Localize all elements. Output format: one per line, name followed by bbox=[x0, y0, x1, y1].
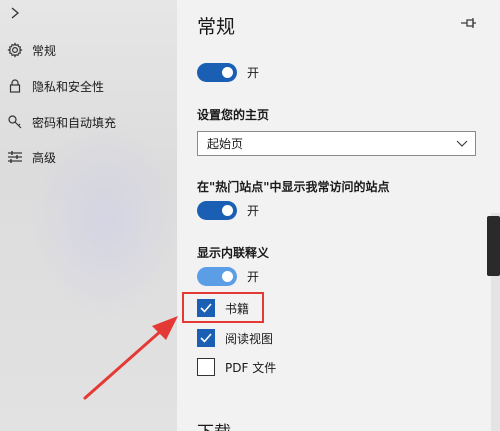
page-title: 常规 bbox=[197, 16, 236, 38]
chevron-down-icon bbox=[456, 140, 468, 147]
sidebar-item-passwords-autofill[interactable]: 密码和自动填充 bbox=[6, 111, 116, 133]
sidebar-item-general[interactable]: 常规 bbox=[6, 39, 56, 61]
homepage-heading: 设置您的主页 bbox=[197, 108, 270, 122]
reading-view-checkbox[interactable] bbox=[197, 329, 215, 347]
sidebar-item-label: 密码和自动填充 bbox=[32, 115, 117, 130]
sliders-icon bbox=[6, 148, 24, 166]
homepage-select-value: 起始页 bbox=[207, 137, 244, 151]
sidebar-item-label: 高级 bbox=[32, 150, 57, 165]
annotation-highlight-box bbox=[182, 292, 264, 323]
scrollbar-thumb[interactable] bbox=[487, 216, 500, 276]
top-sites-toggle[interactable] bbox=[197, 200, 237, 220]
chevron-right-icon[interactable] bbox=[8, 6, 22, 20]
sidebar: 常规 隐私和安全性 密码和自动填充 高级 bbox=[0, 0, 177, 431]
checkmark-icon bbox=[200, 333, 212, 343]
gear-icon bbox=[6, 41, 24, 59]
toggle-label: 开 bbox=[247, 269, 260, 284]
settings-panel: 常规 开 设置您的主页 起始页 在"热门站点"中显示我常访问的站点 开 显示内联… bbox=[177, 0, 500, 431]
toggle-label: 开 bbox=[247, 65, 260, 80]
lock-icon bbox=[6, 77, 24, 95]
key-icon bbox=[6, 113, 24, 131]
checkbox-row-pdf: PDF 文件 bbox=[197, 357, 276, 377]
sidebar-item-label: 隐私和安全性 bbox=[32, 79, 105, 94]
checkbox-label: 阅读视图 bbox=[225, 331, 274, 346]
homepage-select[interactable]: 起始页 bbox=[197, 131, 476, 156]
downloads-heading: 下载 bbox=[197, 418, 231, 431]
checkbox-row-reading-view: 阅读视图 bbox=[197, 328, 273, 348]
inline-definitions-heading: 显示内联释义 bbox=[197, 246, 270, 260]
toggle-label: 开 bbox=[247, 203, 260, 218]
top-sites-toggle-row: 开 bbox=[197, 200, 259, 220]
sidebar-item-advanced[interactable]: 高级 bbox=[6, 146, 56, 168]
top-toggle-row: 开 bbox=[197, 62, 259, 82]
pdf-checkbox[interactable] bbox=[197, 358, 215, 376]
sidebar-item-label: 常规 bbox=[32, 43, 57, 58]
sidebar-item-privacy-security[interactable]: 隐私和安全性 bbox=[6, 75, 104, 97]
top-sites-heading: 在"热门站点"中显示我常访问的站点 bbox=[197, 180, 390, 194]
checkbox-label: PDF 文件 bbox=[225, 360, 277, 375]
toggle-knob bbox=[222, 204, 233, 216]
inline-definitions-toggle-row: 开 bbox=[197, 266, 259, 286]
pin-icon[interactable] bbox=[461, 17, 477, 29]
top-toggle[interactable] bbox=[197, 62, 237, 82]
inline-definitions-toggle[interactable] bbox=[197, 266, 237, 286]
toggle-knob bbox=[222, 66, 233, 78]
toggle-knob bbox=[222, 270, 233, 282]
